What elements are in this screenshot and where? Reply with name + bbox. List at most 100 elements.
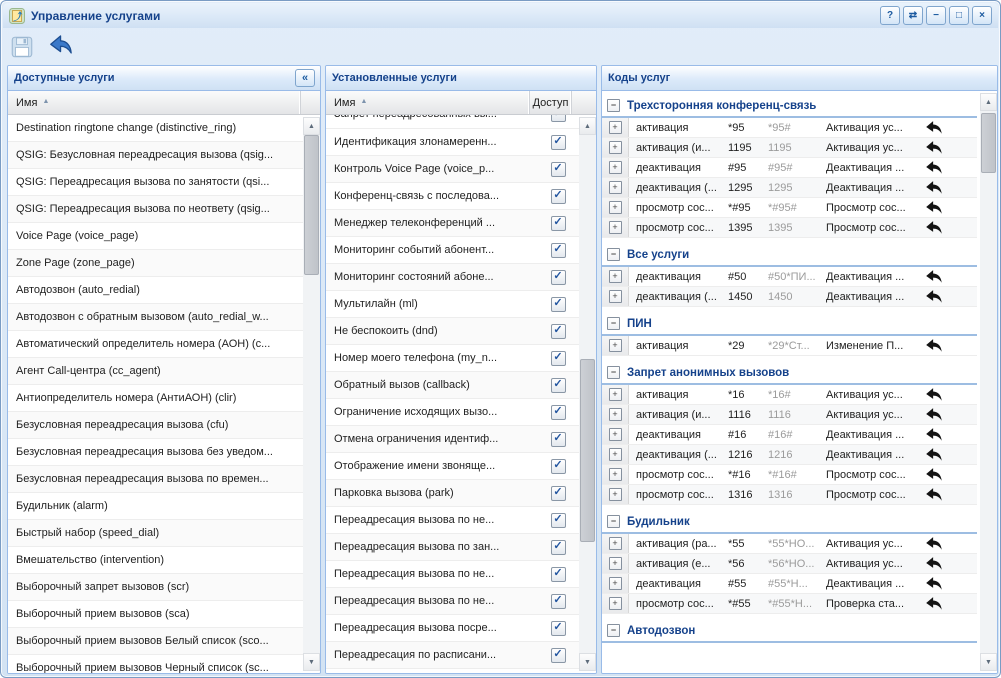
service-code-row[interactable]: + просмотр сос... *#16 *#16# Просмотр со…: [602, 465, 977, 485]
access-checkbox[interactable]: ✓: [551, 378, 566, 393]
scroll-up-button[interactable]: ▲: [303, 117, 320, 135]
group-header[interactable]: − Все услуги: [602, 244, 977, 267]
collapse-group-icon[interactable]: −: [607, 366, 620, 379]
undo-icon[interactable]: [918, 385, 948, 404]
expand-row-icon[interactable]: +: [609, 488, 622, 501]
service-code-row[interactable]: + активация (и... 1195 1195 Активация ус…: [602, 138, 977, 158]
available-service-row[interactable]: Быстрый набор (speed_dial): [8, 520, 303, 547]
expand-row-icon[interactable]: +: [609, 121, 622, 134]
installed-service-row[interactable]: Запрет переадресованных вы... ✓: [326, 115, 579, 127]
scroll-up-button[interactable]: ▲: [980, 93, 997, 111]
scrollbar-thumb[interactable]: [981, 113, 996, 173]
service-code-row[interactable]: + деактивация #16 #16# Деактивация ...: [602, 425, 977, 445]
available-service-row[interactable]: Безусловная переадресация вызова по врем…: [8, 466, 303, 493]
access-checkbox[interactable]: ✓: [551, 648, 566, 663]
access-checkbox[interactable]: ✓: [551, 270, 566, 285]
installed-service-row[interactable]: Конференц-связь с последова... ✓: [326, 183, 579, 210]
undo-icon[interactable]: [918, 218, 948, 237]
expand-row-icon[interactable]: +: [609, 290, 622, 303]
access-checkbox[interactable]: ✓: [551, 459, 566, 474]
expand-row-icon[interactable]: +: [609, 428, 622, 441]
collapse-group-icon[interactable]: −: [607, 515, 620, 528]
available-service-row[interactable]: Безусловная переадресация вызова (cfu): [8, 412, 303, 439]
available-service-row[interactable]: Будильник (alarm): [8, 493, 303, 520]
service-code-row[interactable]: + просмотр сос... 1316 1316 Просмотр сос…: [602, 485, 977, 505]
expand-row-icon[interactable]: +: [609, 537, 622, 550]
access-checkbox[interactable]: ✓: [551, 405, 566, 420]
service-code-row[interactable]: + активация (ра... *55 *55*НО... Активац…: [602, 534, 977, 554]
expand-row-icon[interactable]: +: [609, 221, 622, 234]
installed-service-row[interactable]: Мониторинг событий абонент... ✓: [326, 237, 579, 264]
scrollbar-thumb[interactable]: [580, 359, 595, 542]
access-checkbox[interactable]: ✓: [551, 513, 566, 528]
service-code-row[interactable]: + активация (и... 1116 1116 Активация ус…: [602, 405, 977, 425]
collapse-panel-button[interactable]: «: [295, 69, 315, 87]
available-service-row[interactable]: Voice Page (voice_page): [8, 223, 303, 250]
undo-icon[interactable]: [918, 405, 948, 424]
installed-service-row[interactable]: Номер моего телефона (my_n... ✓: [326, 345, 579, 372]
installed-service-row[interactable]: Менеджер телеконференций ... ✓: [326, 210, 579, 237]
installed-service-row[interactable]: Ограничение исходящих вызо... ✓: [326, 399, 579, 426]
scrollbar-track[interactable]: [579, 135, 596, 653]
available-service-row[interactable]: Автодозвон с обратным вызовом (auto_redi…: [8, 304, 303, 331]
service-code-row[interactable]: + просмотр сос... *#55 *#55*Н... Проверк…: [602, 594, 977, 614]
undo-icon[interactable]: [918, 534, 948, 553]
available-service-row[interactable]: Выборочный запрет вызовов (scr): [8, 574, 303, 601]
service-code-row[interactable]: + деактивация #95 #95# Деактивация ...: [602, 158, 977, 178]
service-code-row[interactable]: + активация *16 *16# Активация ус...: [602, 385, 977, 405]
column-access[interactable]: Доступ: [530, 91, 572, 114]
undo-icon[interactable]: [918, 485, 948, 504]
scroll-down-button[interactable]: ▼: [579, 653, 596, 671]
available-service-row[interactable]: QSIG: Безусловная переадресация вызова (…: [8, 142, 303, 169]
available-service-row[interactable]: Выборочный прием вызовов Черный список (…: [8, 655, 303, 673]
minimize-button[interactable]: −: [926, 6, 946, 25]
installed-service-row[interactable]: Мультилайн (ml) ✓: [326, 291, 579, 318]
installed-service-row[interactable]: Контроль Voice Page (voice_p... ✓: [326, 156, 579, 183]
expand-row-icon[interactable]: +: [609, 388, 622, 401]
service-code-row[interactable]: + активация (е... *56 *56*НО... Активаци…: [602, 554, 977, 574]
installed-service-row[interactable]: Переадресация вызова посре... ✓: [326, 615, 579, 642]
installed-service-row[interactable]: Переадресация вызова по не... ✓: [326, 561, 579, 588]
access-checkbox[interactable]: ✓: [551, 135, 566, 150]
access-checkbox[interactable]: ✓: [551, 486, 566, 501]
expand-row-icon[interactable]: +: [609, 339, 622, 352]
available-service-row[interactable]: Автоматический определитель номера (АОН)…: [8, 331, 303, 358]
undo-icon[interactable]: [918, 267, 948, 286]
expand-row-icon[interactable]: +: [609, 408, 622, 421]
service-code-row[interactable]: + деактивация (... 1295 1295 Деактивация…: [602, 178, 977, 198]
expand-row-icon[interactable]: +: [609, 270, 622, 283]
column-name[interactable]: Имя ▲: [326, 91, 530, 114]
window-titlebar[interactable]: Управление услугами ? ⇄ − □ ×: [3, 3, 998, 28]
available-service-row[interactable]: QSIG: Переадресация вызова по занятости …: [8, 169, 303, 196]
expand-row-icon[interactable]: +: [609, 161, 622, 174]
refresh-button[interactable]: ⇄: [903, 6, 923, 25]
undo-icon[interactable]: [918, 445, 948, 464]
service-code-row[interactable]: + активация *29 *29*Ст... Изменение П...: [602, 336, 977, 356]
service-code-row[interactable]: + деактивация #55 #55*Н... Деактивация .…: [602, 574, 977, 594]
undo-icon[interactable]: [918, 336, 948, 355]
available-service-row[interactable]: Выборочный прием вызовов (sca): [8, 601, 303, 628]
installed-service-row[interactable]: Идентификация злонамеренн... ✓: [326, 129, 579, 156]
scroll-down-button[interactable]: ▼: [303, 653, 320, 671]
installed-service-row[interactable]: Парковка вызова (park) ✓: [326, 480, 579, 507]
collapse-group-icon[interactable]: −: [607, 317, 620, 330]
scrollbar-thumb[interactable]: [304, 135, 319, 275]
undo-icon[interactable]: [918, 594, 948, 613]
installed-service-row[interactable]: Обратный вызов (callback) ✓: [326, 372, 579, 399]
maximize-button[interactable]: □: [949, 6, 969, 25]
access-checkbox[interactable]: ✓: [551, 540, 566, 555]
service-code-row[interactable]: + деактивация (... 1216 1216 Деактивация…: [602, 445, 977, 465]
expand-row-icon[interactable]: +: [609, 577, 622, 590]
access-checkbox[interactable]: ✓: [551, 567, 566, 582]
expand-row-icon[interactable]: +: [609, 141, 622, 154]
installed-service-row[interactable]: Переадресация по расписани... ✓: [326, 642, 579, 669]
access-checkbox[interactable]: ✓: [551, 432, 566, 447]
expand-row-icon[interactable]: +: [609, 181, 622, 194]
access-checkbox[interactable]: ✓: [551, 216, 566, 231]
access-checkbox[interactable]: ✓: [551, 297, 566, 312]
expand-row-icon[interactable]: +: [609, 557, 622, 570]
service-code-row[interactable]: + активация *95 *95# Активация ус...: [602, 118, 977, 138]
available-service-row[interactable]: Вмешательство (intervention): [8, 547, 303, 574]
service-code-row[interactable]: + просмотр сос... *#95 *#95# Просмотр со…: [602, 198, 977, 218]
access-checkbox[interactable]: ✓: [551, 351, 566, 366]
